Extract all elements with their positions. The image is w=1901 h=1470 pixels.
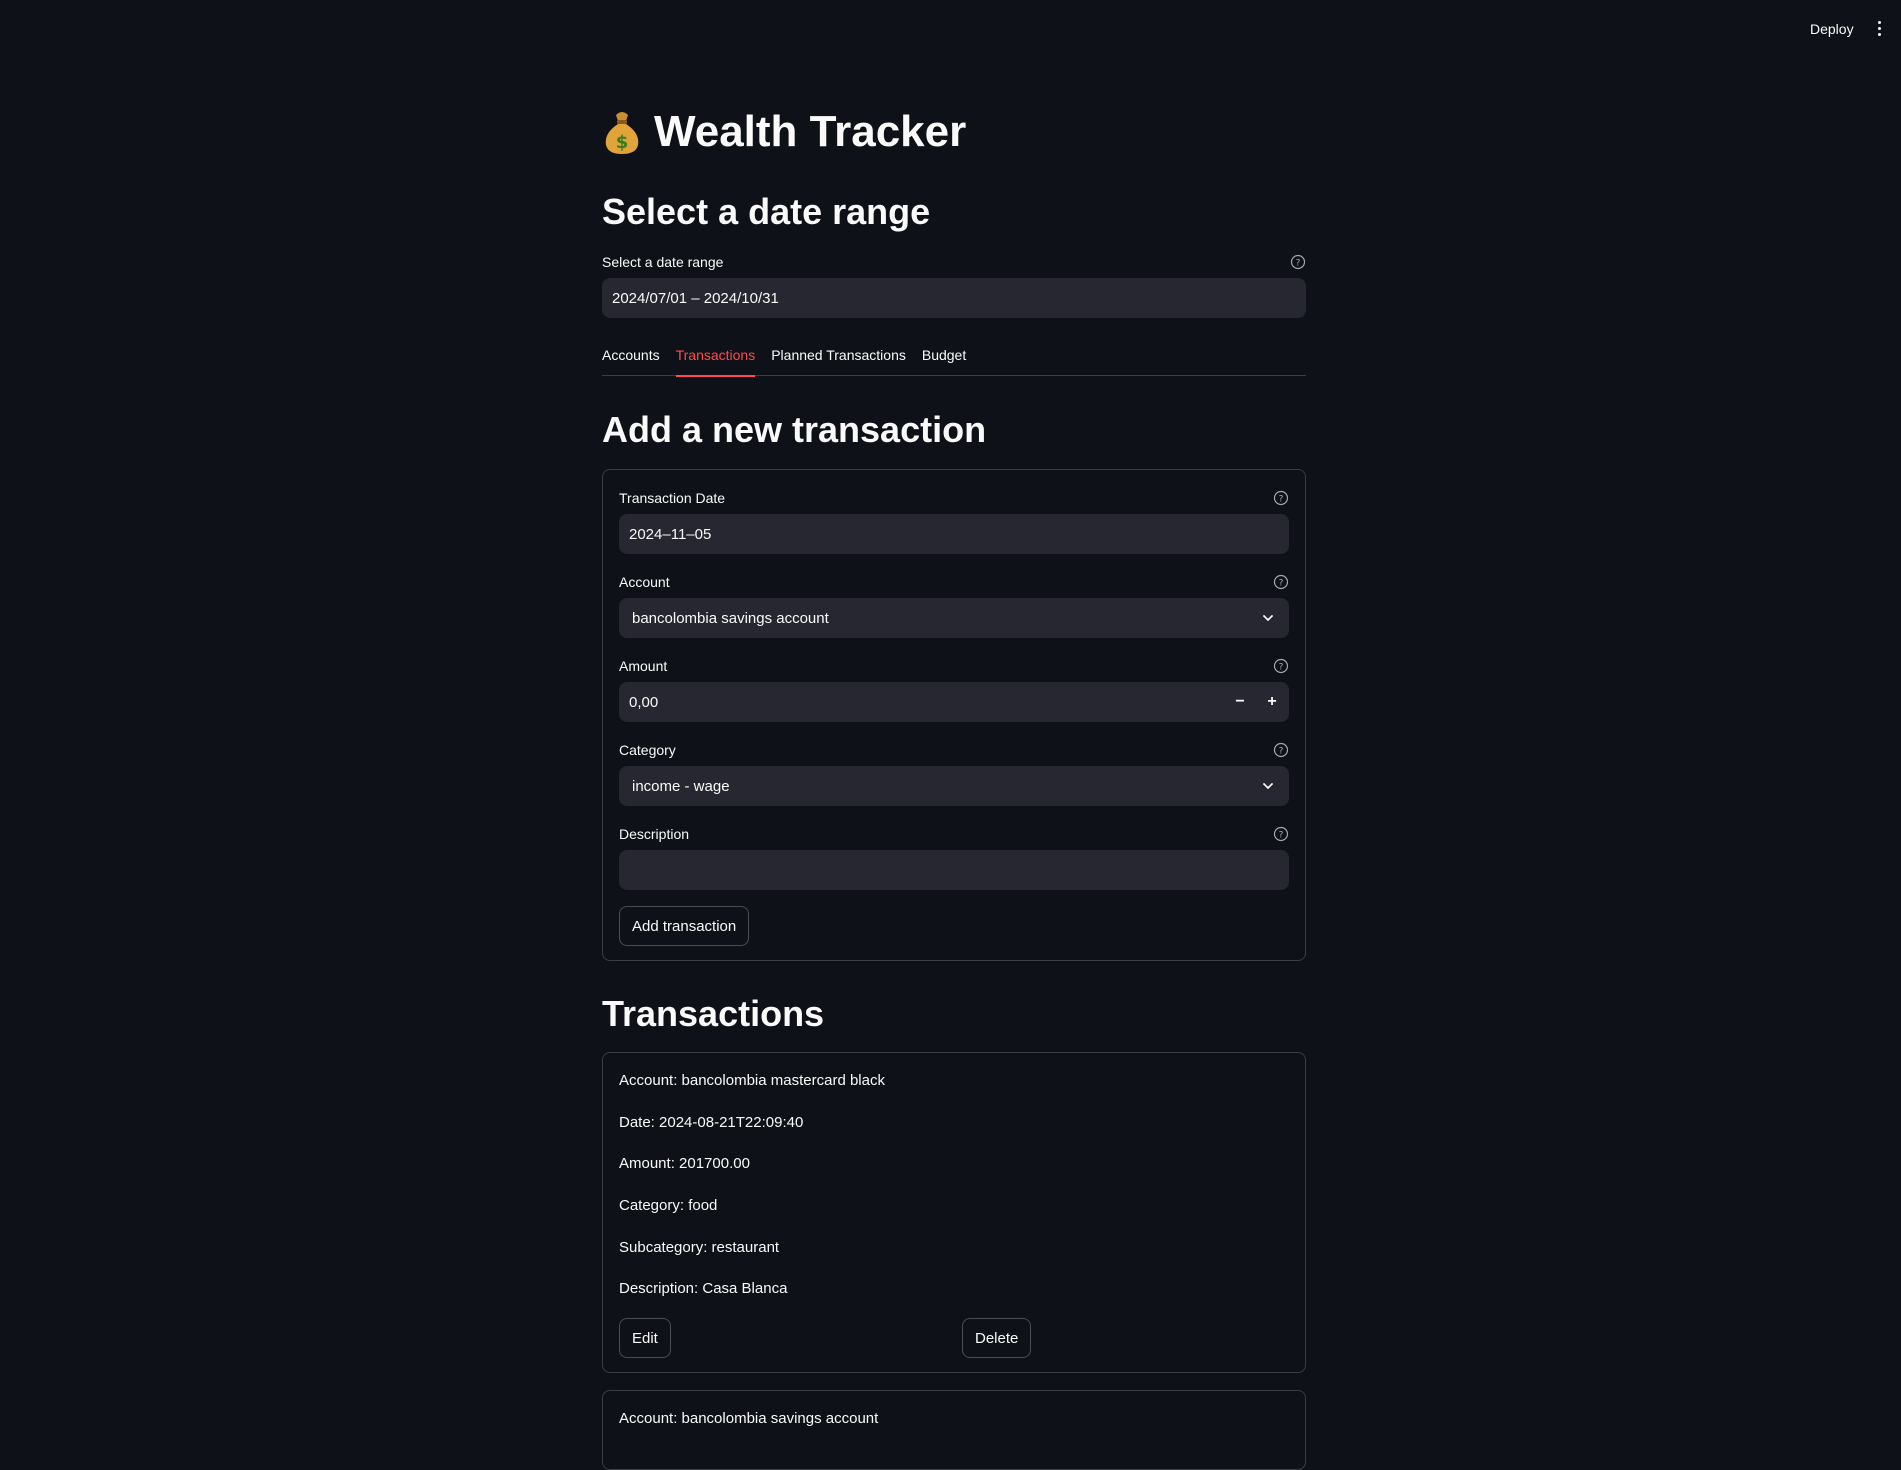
transaction-date-input[interactable]: 2024–11–05 — [619, 514, 1289, 554]
help-icon[interactable]: ? — [1290, 254, 1306, 270]
tab-planned-transactions[interactable]: Planned Transactions — [771, 344, 906, 376]
amount-label-row: Amount ? — [619, 656, 1289, 676]
account-label: Account — [619, 574, 670, 590]
help-icon[interactable]: ? — [1273, 490, 1289, 506]
account-select[interactable]: bancolombia savings account — [619, 598, 1289, 638]
deploy-button[interactable]: Deploy — [1800, 16, 1864, 42]
tab-budget[interactable]: Budget — [922, 344, 966, 376]
transaction-amount: Amount: 201700.00 — [619, 1155, 750, 1172]
transaction-subcategory: Subcategory: restaurant — [619, 1239, 780, 1256]
description-field[interactable] — [619, 850, 1289, 890]
transactions-heading: Transactions — [602, 993, 825, 1034]
date-range-label: Select a date range — [602, 254, 724, 270]
svg-text:?: ? — [1279, 663, 1284, 673]
category-select[interactable]: income - wage — [619, 766, 1289, 806]
money-bag-icon: $ — [605, 112, 639, 154]
transaction-date-label: Transaction Date — [619, 490, 726, 506]
transaction-date: Date: 2024-08-21T22:09:40 — [619, 1114, 804, 1131]
app-title-text: Wealth Tracker — [654, 107, 967, 156]
transaction-card: Account: bancolombia savings account — [602, 1390, 1306, 1470]
svg-text:?: ? — [1296, 259, 1301, 269]
delete-button[interactable]: Delete — [962, 1318, 1032, 1358]
description-label: Description — [619, 826, 690, 842]
amount-stepper[interactable]: 0,00 − + — [619, 682, 1289, 722]
app-title: $ Wealth Tracker — [602, 100, 966, 164]
increment-button[interactable]: + — [1256, 683, 1288, 721]
account-label-row: Account ? — [619, 572, 1289, 592]
transaction-account: Account: bancolombia savings account — [619, 1410, 879, 1427]
transaction-card: Account: bancolombia mastercard black Da… — [602, 1052, 1306, 1373]
account-select-value: bancolombia savings account — [632, 609, 829, 627]
transaction-category: Category: food — [619, 1197, 718, 1214]
help-icon[interactable]: ? — [1273, 742, 1289, 758]
date-range-label-row: Select a date range ? — [602, 252, 1306, 272]
svg-text:$: $ — [616, 132, 629, 153]
chevron-down-icon — [1263, 615, 1273, 621]
date-range-heading: Select a date range — [602, 191, 931, 232]
transaction-date-value: 2024–11–05 — [629, 525, 712, 543]
svg-text:?: ? — [1279, 579, 1284, 589]
tab-bar: Accounts Transactions Planned Transactio… — [602, 344, 1306, 377]
transaction-date-label-row: Transaction Date ? — [619, 488, 1289, 508]
svg-text:?: ? — [1279, 495, 1284, 505]
amount-label: Amount — [619, 658, 668, 674]
date-range-value: 2024/07/01 – 2024/10/31 — [612, 289, 779, 307]
amount-value[interactable]: 0,00 — [629, 694, 1224, 711]
description-input[interactable] — [629, 861, 1279, 879]
help-icon[interactable]: ? — [1273, 658, 1289, 674]
top-bar: Deploy — [0, 0, 1901, 56]
category-label-row: Category ? — [619, 740, 1289, 760]
add-transaction-button[interactable]: Add transaction — [619, 906, 750, 946]
decrement-button[interactable]: − — [1224, 683, 1256, 721]
transaction-description: Description: Casa Blanca — [619, 1280, 788, 1297]
category-select-value: income - wage — [632, 777, 730, 795]
transaction-account: Account: bancolombia mastercard black — [619, 1072, 885, 1089]
add-transaction-heading: Add a new transaction — [602, 409, 987, 450]
description-label-row: Description ? — [619, 824, 1289, 844]
category-label: Category — [619, 742, 676, 758]
date-range-input[interactable]: 2024/07/01 – 2024/10/31 — [602, 278, 1306, 318]
help-icon[interactable]: ? — [1273, 826, 1289, 842]
edit-button[interactable]: Edit — [619, 1318, 671, 1358]
amount-stepper-buttons: − + — [1224, 683, 1288, 721]
help-icon[interactable]: ? — [1273, 574, 1289, 590]
add-transaction-form: Transaction Date ? 2024–11–05 Account ? … — [602, 469, 1306, 961]
svg-text:?: ? — [1279, 831, 1284, 841]
tab-transactions[interactable]: Transactions — [675, 344, 755, 377]
more-vertical-icon[interactable] — [1866, 14, 1892, 42]
chevron-down-icon — [1263, 783, 1273, 789]
tab-accounts[interactable]: Accounts — [602, 344, 660, 376]
svg-text:?: ? — [1279, 747, 1284, 757]
